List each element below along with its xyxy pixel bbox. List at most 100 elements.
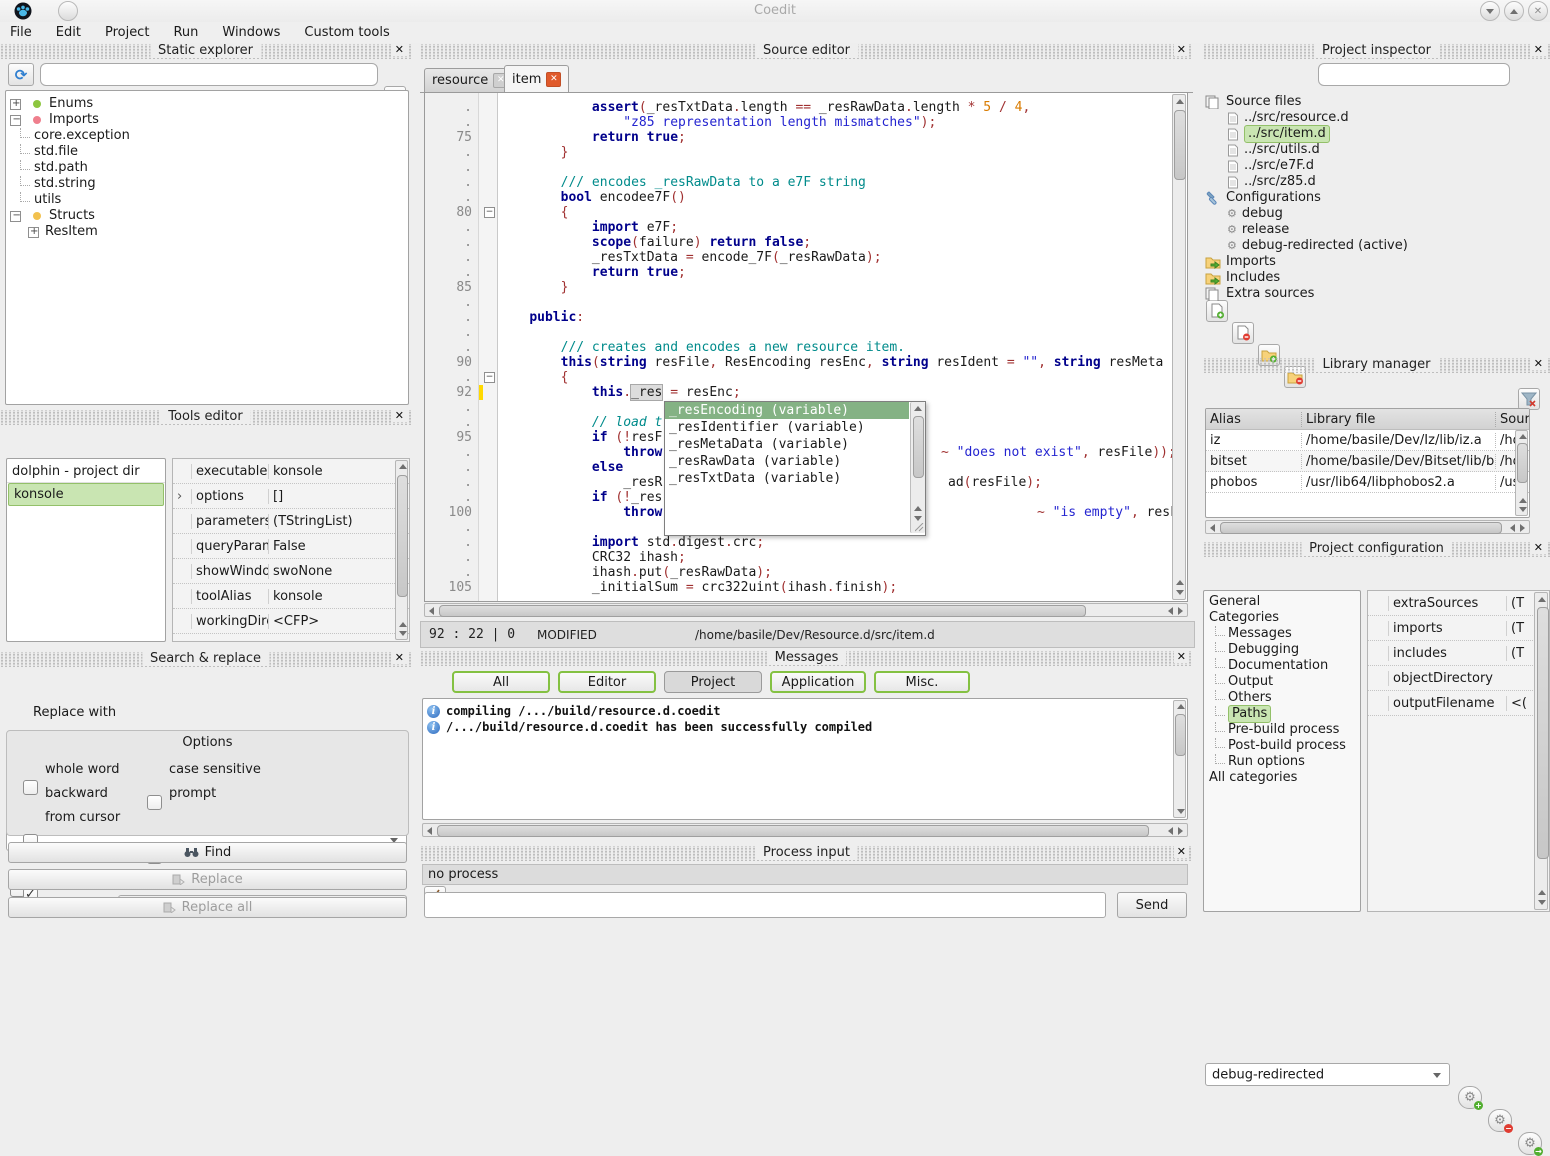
search-replace-close-icon[interactable]: ✕	[392, 651, 407, 664]
property-value[interactable]: swoNone	[269, 564, 409, 579]
collapse-icon[interactable]	[10, 115, 21, 126]
tree-item-core-exception[interactable]: core.exception	[10, 128, 408, 144]
property-value[interactable]: (TStringList)	[269, 514, 409, 529]
property-value[interactable]: False	[269, 539, 409, 554]
property-row[interactable]: executablekonsole	[173, 459, 409, 484]
scroll-up-icon[interactable]	[1176, 580, 1184, 585]
library-row-phobos[interactable]: phobos /usr/lib64/libphobos2.a /us	[1206, 472, 1529, 493]
scroll-left-icon[interactable]	[1510, 524, 1515, 532]
scrollbar-thumb[interactable]	[1175, 714, 1186, 756]
scroll-down-icon[interactable]	[1519, 507, 1527, 512]
messages-vscrollbar[interactable]	[1173, 700, 1186, 818]
expand-icon[interactable]	[28, 227, 39, 238]
scroll-left-icon[interactable]	[1168, 607, 1173, 615]
gutter[interactable]: ..75....80....85....90.92..95....100....…	[425, 93, 479, 601]
fold-collapse-icon[interactable]: −	[484, 207, 495, 218]
column-header-library-file[interactable]: Library file	[1301, 412, 1495, 427]
inspector-filter-input[interactable]	[1318, 63, 1510, 86]
scroll-up-icon[interactable]	[1538, 890, 1546, 895]
config-grid-scrollbar[interactable]	[1534, 592, 1548, 910]
scroll-up-icon[interactable]	[1538, 597, 1546, 602]
maximize-button[interactable]	[1504, 1, 1524, 21]
scroll-right-icon[interactable]	[1178, 827, 1183, 835]
completion-item[interactable]: _resTxtData (variable)	[665, 470, 909, 487]
minimize-button[interactable]	[1480, 1, 1500, 21]
tab-item[interactable]: item✕	[504, 65, 569, 92]
scroll-up-icon[interactable]	[399, 464, 407, 469]
config-item-debugging[interactable]: Debugging	[1209, 642, 1360, 658]
app-paw-icon[interactable]	[14, 2, 32, 20]
scroll-down-icon[interactable]	[1538, 900, 1546, 905]
config-item-documentation[interactable]: Documentation	[1209, 658, 1360, 674]
scroll-left-icon[interactable]	[1210, 524, 1215, 532]
tree-item-includes[interactable]: Includes	[1205, 270, 1546, 286]
property-value[interactable]: <CFP>	[269, 614, 409, 629]
config-item-post-build[interactable]: Post-build process	[1209, 738, 1360, 754]
scroll-up-icon[interactable]	[1176, 99, 1184, 104]
add-configuration-button[interactable]: ⚙+	[1458, 1086, 1482, 1109]
property-row[interactable]: showWindowsswoNone	[173, 559, 409, 584]
editor-hscrollbar[interactable]	[424, 603, 1188, 617]
config-item-pre-build[interactable]: Pre-build process	[1209, 722, 1360, 738]
config-property-row[interactable]: objectDirectory	[1368, 666, 1549, 691]
scroll-up-icon[interactable]	[914, 406, 922, 411]
symbol-search-input[interactable]	[40, 63, 378, 86]
library-row-iz[interactable]: iz /home/basile/Dev/Iz/lib/iz.a /ho	[1206, 430, 1529, 451]
messages-hscrollbar[interactable]	[422, 823, 1188, 837]
scrollbar-thumb[interactable]	[1220, 522, 1502, 534]
menu-run[interactable]: Run	[173, 25, 198, 40]
tree-item-std-file[interactable]: std.file	[10, 144, 408, 160]
column-header-sources[interactable]: Sources	[1495, 412, 1529, 427]
config-item-run-options[interactable]: Run options	[1209, 754, 1360, 770]
tree-item-debug-redirected[interactable]: ⚙debug-redirected (active)	[1205, 238, 1546, 254]
find-button[interactable]: Find	[8, 842, 407, 863]
menu-edit[interactable]: Edit	[56, 25, 81, 40]
config-item-categories[interactable]: Categories	[1209, 610, 1360, 626]
scroll-down-icon[interactable]	[914, 516, 922, 521]
tree-item-std-path[interactable]: std.path	[10, 160, 408, 176]
tree-item-source-files[interactable]: Source files	[1205, 94, 1546, 110]
filter-misc-button[interactable]: Misc.	[874, 671, 970, 693]
scroll-left-icon[interactable]	[427, 827, 432, 835]
tree-item-extra-sources[interactable]: Extra sources	[1205, 286, 1546, 302]
case-sensitive-checkbox[interactable]	[147, 795, 162, 810]
tree-item-debug[interactable]: ⚙debug	[1205, 206, 1546, 222]
config-item-paths[interactable]: Paths	[1209, 706, 1360, 722]
property-row[interactable]: ›options[]	[173, 484, 409, 509]
menu-windows[interactable]: Windows	[222, 25, 280, 40]
source-editor-close-icon[interactable]: ✕	[1174, 43, 1189, 56]
messages-list[interactable]: icompiling /.../build/resource.d.coediti…	[422, 698, 1188, 820]
tree-item-e7f-d[interactable]: ../src/e7F.d	[1205, 158, 1546, 174]
config-item-others[interactable]: Others	[1209, 690, 1360, 706]
scroll-right-icon[interactable]	[1178, 607, 1183, 615]
config-property-row[interactable]: extraSources(T	[1368, 591, 1549, 616]
config-item-output[interactable]: Output	[1209, 674, 1360, 690]
library-row-bitset[interactable]: bitset /home/basile/Dev/Bitset/lib/bitse…	[1206, 451, 1529, 472]
tree-item-utils[interactable]: utils	[10, 192, 408, 208]
scroll-up-icon[interactable]	[1519, 498, 1527, 503]
tool-item-dolphin[interactable]: dolphin - project dir	[7, 461, 165, 483]
completion-item[interactable]: _resMetaData (variable)	[665, 436, 909, 453]
scroll-right-icon[interactable]	[1520, 524, 1525, 532]
close-window-button[interactable]: ✕	[1528, 1, 1548, 21]
library-manager-close-icon[interactable]: ✕	[1531, 357, 1546, 370]
tree-item-structs[interactable]: Structs	[10, 208, 408, 224]
whole-word-checkbox[interactable]	[23, 780, 38, 795]
window-menu-button[interactable]	[58, 1, 78, 21]
property-value[interactable]: konsole	[269, 464, 409, 479]
filter-all-button[interactable]: All	[452, 671, 550, 693]
message-row[interactable]: icompiling /.../build/resource.d.coedit	[427, 703, 1187, 719]
popup-scrollbar[interactable]	[910, 402, 925, 533]
tree-item-z85-d[interactable]: ../src/z85.d	[1205, 174, 1546, 190]
scroll-up-icon[interactable]	[399, 622, 407, 627]
fold-collapse-icon[interactable]: −	[484, 372, 495, 383]
completion-item[interactable]: _resEncoding (variable)	[665, 402, 909, 419]
collapse-icon[interactable]	[10, 211, 21, 222]
scrollbar-thumb[interactable]	[1537, 607, 1549, 859]
menu-project[interactable]: Project	[105, 25, 149, 40]
tree-item-item-d[interactable]: ../src/item.d	[1205, 126, 1546, 142]
close-tab-icon[interactable]: ✕	[546, 72, 561, 87]
scrollbar-thumb[interactable]	[1517, 443, 1528, 483]
tree-item-resitem[interactable]: ResItem	[10, 224, 408, 240]
send-button[interactable]: Send	[1117, 892, 1187, 918]
